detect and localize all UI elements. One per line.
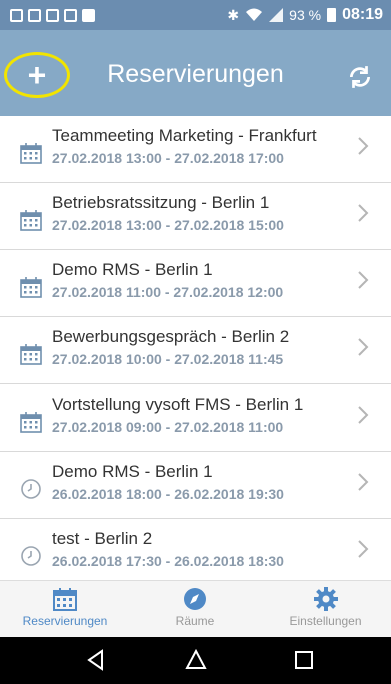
mail-icon — [28, 8, 41, 22]
tab-einstellungen[interactable]: Einstellungen — [260, 581, 391, 638]
tab-bar: Reservierungen Räume Einstellungen — [0, 580, 391, 637]
tab-raeume[interactable]: Räume — [130, 581, 260, 638]
tab-label: Reservierungen — [22, 614, 108, 628]
chevron-right-icon — [357, 136, 369, 162]
image-notification-icon — [10, 8, 23, 22]
reservation-time: 26.02.2018 18:00 - 26.02.2018 19:30 — [52, 486, 284, 502]
back-icon[interactable] — [84, 648, 108, 672]
reservation-title: Vortstellung vysoft FMS - Berlin 1 — [52, 395, 304, 414]
battery-icon — [327, 8, 337, 22]
reservation-title: Betriebsratssitzung - Berlin 1 — [52, 193, 270, 212]
notification-icons — [10, 8, 95, 22]
calendar-icon — [20, 276, 42, 298]
tab-reservierungen[interactable]: Reservierungen — [0, 581, 130, 638]
reservation-list: Teammeeting Marketing - Frankfurt 27.02.2… — [0, 116, 391, 580]
bluetooth-icon: ✱ — [227, 6, 240, 23]
chevron-right-icon — [357, 337, 369, 363]
reservation-time: 27.02.2018 09:00 - 27.02.2018 11:00 — [52, 419, 284, 435]
chevron-right-icon — [357, 472, 369, 498]
calendar-icon — [20, 209, 42, 231]
calendar-icon — [20, 142, 42, 164]
reservation-row[interactable]: Bewerbungsgespräch - Berlin 2 27.02.2018 … — [0, 317, 391, 384]
reservation-row[interactable]: test - Berlin 2 26.02.2018 17:30 - 26.02.… — [0, 519, 391, 580]
battery-percent: 93 % — [289, 7, 322, 23]
refresh-icon[interactable] — [347, 64, 373, 90]
tab-label: Einstellungen — [289, 614, 362, 628]
status-bar: ✱ 93 % 08:19 — [0, 0, 391, 30]
mail-icon — [64, 8, 77, 22]
page-title: Reservierungen — [107, 60, 284, 88]
calendar-icon — [20, 411, 42, 433]
clock-icon — [20, 545, 42, 567]
reservation-time: 27.02.2018 11:00 - 27.02.2018 12:00 — [52, 284, 284, 300]
reservation-title: test - Berlin 2 — [52, 529, 153, 548]
gear-icon — [313, 587, 338, 611]
reservation-time: 27.02.2018 13:00 - 27.02.2018 15:00 — [52, 217, 284, 233]
reservation-title: Teammeeting Marketing - Frankfurt — [52, 126, 317, 145]
compass-icon — [184, 588, 206, 610]
calendar-icon — [53, 588, 77, 611]
chevron-right-icon — [357, 539, 369, 565]
system-nav-bar — [0, 637, 391, 684]
clock-time: 08:19 — [342, 6, 383, 23]
chevron-right-icon — [357, 203, 369, 229]
app-header: + Reservierungen — [0, 30, 391, 116]
reservation-row[interactable]: Teammeeting Marketing - Frankfurt 27.02.2… — [0, 116, 391, 183]
reservation-time: 27.02.2018 13:00 - 27.02.2018 17:00 — [52, 150, 284, 166]
reservation-row[interactable]: Demo RMS - Berlin 1 26.02.2018 18:00 - 26… — [0, 452, 391, 519]
clock-icon — [20, 478, 42, 500]
signal-icon — [269, 8, 284, 22]
reservation-row[interactable]: Demo RMS - Berlin 1 27.02.2018 11:00 - 27… — [0, 250, 391, 317]
mail-icon — [46, 8, 59, 22]
reservation-row[interactable]: Vortstellung vysoft FMS - Berlin 1 27.02.… — [0, 385, 391, 452]
reservation-title: Bewerbungsgespräch - Berlin 2 — [52, 327, 290, 346]
photo-icon — [82, 8, 95, 22]
calendar-icon — [20, 343, 42, 365]
reservation-title: Demo RMS - Berlin 1 — [52, 462, 213, 481]
reservation-row[interactable]: Betriebsratssitzung - Berlin 1 27.02.2018… — [0, 183, 391, 250]
wifi-icon — [246, 8, 263, 21]
tab-label: Räume — [175, 614, 215, 628]
chevron-right-icon — [357, 270, 369, 296]
chevron-right-icon — [357, 405, 369, 431]
reservation-time: 26.02.2018 17:30 - 26.02.2018 18:30 — [52, 553, 284, 569]
recent-apps-icon[interactable] — [292, 648, 316, 672]
home-icon[interactable] — [184, 648, 208, 672]
reservation-time: 27.02.2018 10:00 - 27.02.2018 11:45 — [52, 351, 284, 367]
reservation-title: Demo RMS - Berlin 1 — [52, 260, 213, 279]
